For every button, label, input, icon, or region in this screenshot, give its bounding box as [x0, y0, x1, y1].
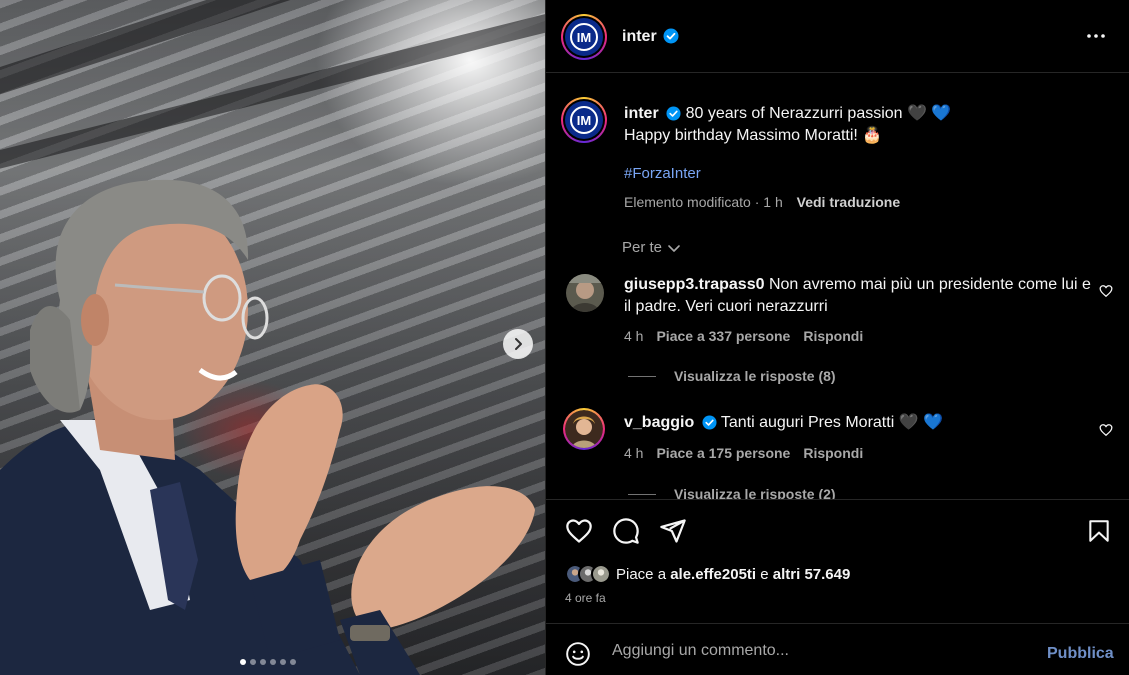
svg-text:IM: IM — [577, 30, 591, 45]
carousel-dot — [280, 659, 286, 665]
comment-content: Tanti auguri Pres Moratti 🖤 💙 — [720, 414, 943, 431]
share-send-icon[interactable] — [659, 517, 687, 545]
comment-bubble-icon[interactable] — [612, 517, 640, 545]
edited-label: Elemento modificato · 1 h — [624, 194, 783, 210]
reply-button[interactable]: Rispondi — [803, 328, 863, 344]
comment-likes[interactable]: Piace a 337 persone — [656, 328, 790, 344]
carousel-next-button[interactable] — [503, 329, 533, 359]
carousel-dot — [250, 659, 256, 665]
publish-button[interactable]: Pubblica — [1047, 645, 1114, 663]
view-replies-button[interactable]: Visualizza le risposte (8) — [628, 368, 836, 384]
bookmark-save-icon[interactable] — [1086, 517, 1112, 545]
chevron-right-icon — [515, 338, 522, 350]
post-timestamp: 4 ore fa — [565, 591, 606, 605]
other-likes-link[interactable]: altri 57.649 — [773, 566, 851, 583]
caption-line-2: Happy birthday Massimo Moratti! 🎂 — [624, 127, 883, 144]
comment-username[interactable]: v_baggio — [624, 414, 694, 431]
comment-meta: 4 h Piace a 175 persone Rispondi — [624, 445, 863, 461]
post-author-username[interactable]: inter — [622, 28, 657, 46]
verified-badge-icon — [666, 106, 681, 121]
liker-username[interactable]: ale.effe205ti — [670, 566, 756, 583]
hashtag-link[interactable]: #ForzaInter — [624, 165, 701, 182]
avatar[interactable]: IM — [561, 97, 607, 143]
caption-line-1: 80 years of Nerazzurri passion 🖤 💙 — [685, 105, 952, 122]
replies-divider — [628, 375, 656, 377]
post-sidebar: IM inter IM inter 80 years of Nerazzurri… — [545, 0, 1129, 675]
comment-filter-dropdown[interactable]: Per te — [622, 239, 682, 256]
comment-text: giusepp3.trapass0 Non avremo mai più un … — [624, 274, 1094, 318]
carousel-dot — [240, 659, 246, 665]
likes-text: Piace a ale.effe205ti e altri 57.649 — [616, 565, 851, 583]
carousel-dot — [260, 659, 266, 665]
caption-meta: Elemento modificato · 1 h Vedi traduzion… — [624, 194, 900, 210]
svg-text:IM: IM — [577, 113, 591, 128]
verified-badge-icon — [702, 415, 717, 430]
view-replies-label: Visualizza le risposte (8) — [674, 368, 836, 384]
comment-input[interactable] — [612, 640, 1012, 662]
comment-time: 4 h — [624, 445, 644, 461]
reply-button[interactable]: Rispondi — [803, 445, 863, 461]
like-heart-icon[interactable] — [565, 517, 593, 545]
translate-button[interactable]: Vedi traduzione — [797, 194, 900, 210]
more-options-icon[interactable] — [1086, 26, 1106, 46]
caption-username[interactable]: inter — [624, 105, 659, 122]
verified-badge-icon — [663, 28, 679, 44]
replies-divider — [628, 493, 656, 495]
emoji-smiley-icon[interactable] — [565, 641, 591, 667]
person-illustration — [0, 179, 535, 675]
comment-text: v_baggio Tanti auguri Pres Moratti 🖤 💙 — [624, 412, 1094, 434]
carousel-dots — [240, 659, 296, 665]
post-photo[interactable] — [0, 0, 545, 675]
like-comment-heart-icon[interactable] — [1099, 284, 1113, 298]
add-comment-bar: Pubblica — [546, 623, 1129, 675]
avatar[interactable] — [563, 408, 605, 450]
comment-meta: 4 h Piace a 337 persone Rispondi — [624, 328, 863, 344]
avatar[interactable]: IM — [561, 14, 607, 60]
chevron-down-icon — [668, 244, 680, 252]
avatar — [591, 564, 611, 584]
inter-logo-icon: IM — [565, 18, 603, 56]
comment-filter-label: Per te — [622, 239, 663, 256]
post-header: IM inter — [546, 0, 1129, 73]
caption-text: inter 80 years of Nerazzurri passion 🖤 💙… — [624, 103, 1114, 147]
likes-summary: Piace a ale.effe205ti e altri 57.649 — [565, 564, 850, 584]
comment-time: 4 h — [624, 328, 644, 344]
inter-logo-icon: IM — [565, 101, 603, 139]
avatar[interactable] — [566, 274, 604, 312]
carousel-dot — [290, 659, 296, 665]
comment-username[interactable]: giusepp3.trapass0 — [624, 276, 765, 293]
like-comment-heart-icon[interactable] — [1099, 423, 1113, 437]
carousel-dot — [270, 659, 276, 665]
comment-likes[interactable]: Piace a 175 persone — [656, 445, 790, 461]
post-actions-bar: Piace a ale.effe205ti e altri 57.649 4 o… — [546, 499, 1129, 623]
